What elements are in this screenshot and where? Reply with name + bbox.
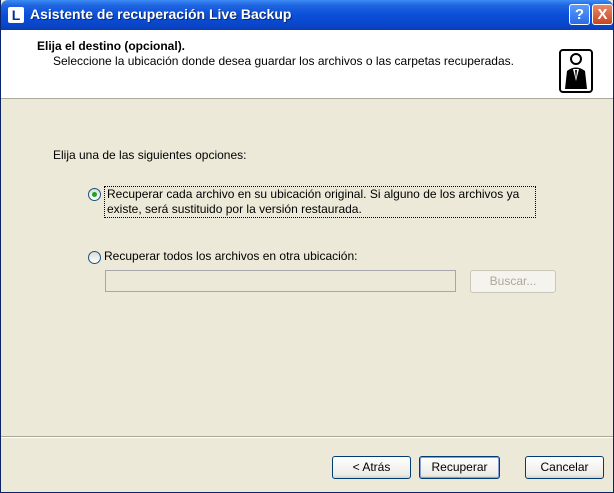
recover-button[interactable]: Recuperar [419,456,500,479]
destination-path-input[interactable] [105,270,456,292]
footer-separator [1,436,613,438]
option-original-label[interactable]: Recuperar cada archivo en su ubicación o… [104,186,536,218]
title-bar[interactable]: L Asistente de recuperación Live Backup … [1,0,613,30]
app-icon: L [8,7,24,23]
back-button[interactable]: < Atrás [332,456,411,479]
browse-button[interactable]: Buscar... [470,270,556,293]
wizard-header: Elija el destino (opcional). Seleccione … [1,30,613,99]
radio-original-location[interactable] [88,188,101,201]
step-title: Elija el destino (opcional). [37,39,186,53]
step-subtitle: Seleccione la ubicación donde desea guar… [53,54,514,68]
cancel-button[interactable]: Cancelar [525,456,604,479]
window-title: Asistente de recuperación Live Backup [30,6,292,22]
person-icon [559,49,593,93]
options-prompt: Elija una de las siguientes opciones: [53,148,247,162]
close-button[interactable]: X [592,4,613,25]
wizard-window: L Asistente de recuperación Live Backup … [0,0,614,493]
radio-other-location[interactable] [88,251,101,264]
option-other-label[interactable]: Recuperar todos los archivos en otra ubi… [104,249,357,263]
help-button[interactable]: ? [569,4,590,25]
